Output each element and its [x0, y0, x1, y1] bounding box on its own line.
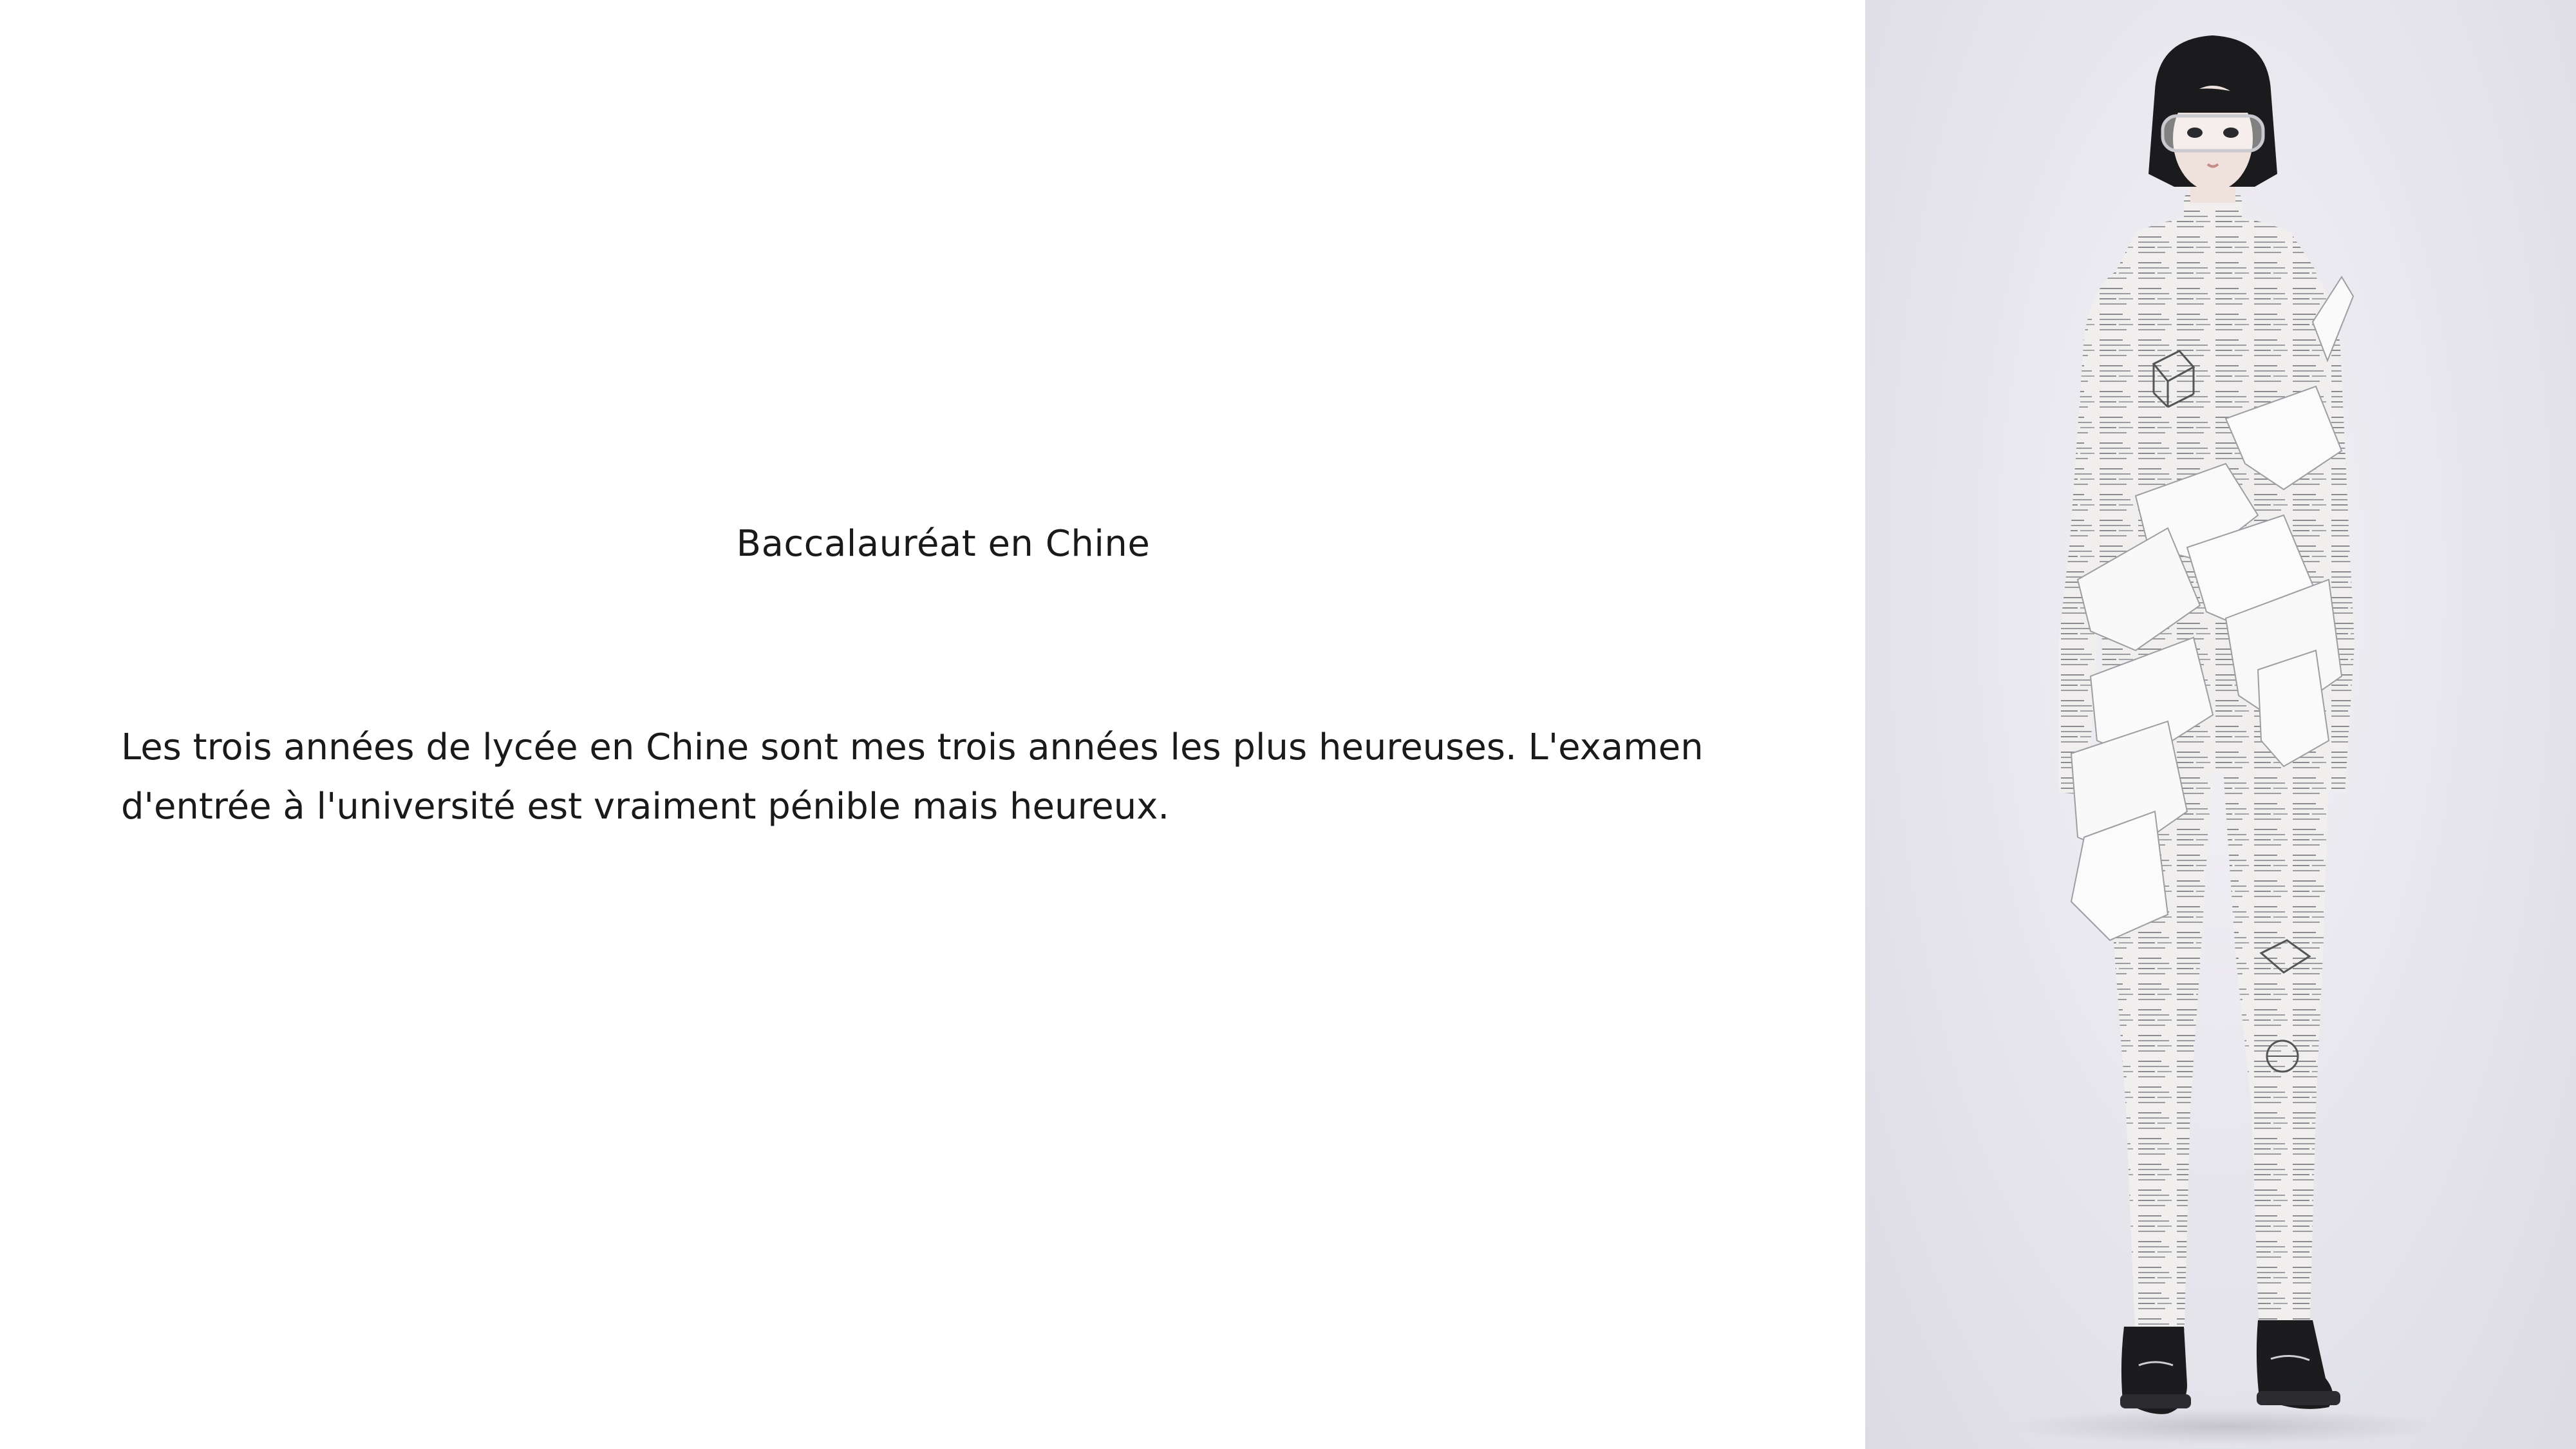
model-head	[2148, 35, 2277, 191]
text-panel: Baccalauréat en Chine Les trois années d…	[0, 0, 1865, 1449]
goggles	[2161, 114, 2265, 153]
floor-shadow	[2013, 1408, 2438, 1444]
slide: Baccalauréat en Chine Les trois années d…	[0, 0, 2576, 1449]
model-illustration	[2013, 35, 2438, 1444]
slide-body-text: Les trois années de lycée en Chine sont …	[121, 726, 1704, 828]
loafers	[2120, 1320, 2340, 1414]
slide-title: Baccalauréat en Chine	[736, 523, 1151, 565]
model-photo	[1865, 0, 2576, 1449]
